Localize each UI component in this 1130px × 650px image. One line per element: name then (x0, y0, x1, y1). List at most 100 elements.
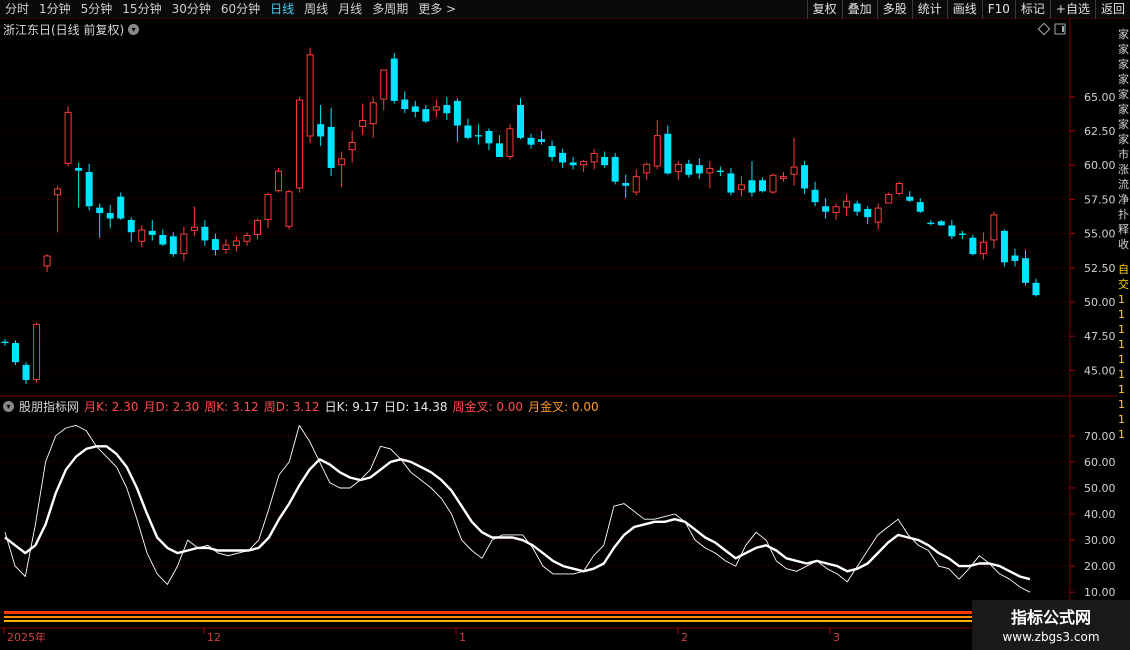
candle-body (590, 152, 598, 163)
date-label: 12 (207, 631, 221, 644)
indicator-value-3: 周D: 3.12 (263, 400, 320, 414)
candle-body (527, 137, 535, 145)
chevron-down-icon[interactable]: ▾ (3, 401, 14, 412)
candle-body (180, 233, 188, 255)
date-label: 1 (459, 631, 466, 644)
price-tick-label: 50.00 (1084, 296, 1116, 309)
candle-body (632, 176, 640, 193)
candle-body (12, 343, 20, 363)
candle-body (1000, 230, 1008, 263)
candle-body (232, 240, 240, 246)
indicator-value-5: 日D: 14.38 (384, 400, 448, 414)
candle-body (253, 219, 261, 235)
candle-body (548, 146, 556, 157)
candle-body (64, 111, 72, 164)
month-band (4, 611, 972, 614)
right-panel-edge: 家家家家家家家家市涨流净扑释收 自交1111111111 (1118, 19, 1130, 650)
indicator-tick-label: 30.00 (1084, 534, 1116, 547)
watermark-url: www.zbgs3.com (1002, 630, 1100, 644)
candle-body (1021, 258, 1029, 283)
candle-body (369, 102, 377, 125)
indicator-name: 股朋指标网 (19, 400, 80, 414)
price-tick-label: 65.00 (1084, 91, 1116, 104)
candle-body (348, 141, 356, 151)
candle-body (401, 99, 409, 110)
price-tick-label: 62.50 (1084, 125, 1116, 138)
indicator-value-4: 日K: 9.17 (324, 400, 380, 414)
candle-body (127, 219, 135, 233)
candle-body (306, 54, 314, 137)
right-panel-values: 自交1111111111 (1118, 263, 1129, 441)
candle-body (601, 157, 609, 166)
indicator-value-2: 周K: 3.12 (204, 400, 259, 414)
candle-body (716, 170, 724, 173)
candle-body (864, 208, 872, 218)
indicator-value-1: 月D: 2.30 (143, 400, 200, 414)
watermark: 指标公式网 www.zbgs3.com (972, 600, 1130, 650)
indicator-value-7: 月金叉: 0.00 (528, 400, 599, 414)
candle-body (758, 180, 766, 192)
candle-body (390, 58, 398, 101)
indicator-value-0: 月K: 2.30 (84, 400, 139, 414)
candle-body (622, 182, 630, 186)
candle-body (832, 206, 840, 214)
candle-body (874, 207, 882, 223)
price-tick-label: 57.50 (1084, 193, 1116, 206)
candle-body (1011, 255, 1019, 261)
candle-body (327, 126, 335, 168)
diamond-icon (1037, 22, 1051, 36)
candle-body (948, 225, 956, 237)
candle-body (22, 364, 30, 380)
candle-body (243, 234, 251, 242)
candle-body (443, 105, 451, 114)
candle-body (559, 152, 567, 163)
candle-body (727, 173, 735, 193)
candle-body (222, 244, 230, 251)
candle-body (685, 163, 693, 175)
candle-body (611, 157, 619, 182)
candle-body (653, 135, 661, 167)
candle-body (538, 139, 546, 142)
candle-body (453, 100, 461, 126)
candle-body (169, 236, 177, 255)
candle-body (695, 165, 703, 174)
candle-body (1, 341, 9, 344)
indicator-tick-label: 70.00 (1084, 430, 1116, 443)
candle-body (464, 125, 472, 138)
candle-body (338, 158, 346, 166)
candle-body (106, 213, 114, 219)
chevron-down-icon[interactable]: ▾ (128, 24, 140, 35)
candle-body (643, 163, 651, 174)
chart-title-bar: 浙江东日(日线 前复权) ▾ (3, 21, 140, 38)
candle-body (895, 182, 903, 194)
indicator-tick-label: 10.00 (1084, 586, 1116, 599)
stock-title: 浙江东日(日线 前复权) (3, 23, 125, 37)
date-label: 2 (681, 631, 688, 644)
candle-body (674, 163, 682, 173)
candle-body (317, 124, 325, 137)
date-label: 3 (833, 631, 840, 644)
price-tick-label: 45.00 (1084, 364, 1116, 377)
watermark-title: 指标公式网 (1010, 608, 1091, 627)
candle-body (495, 143, 503, 157)
candle-body (979, 241, 987, 255)
candle-body (748, 180, 756, 193)
indicator-tick-label: 60.00 (1084, 456, 1116, 469)
candle-body (33, 323, 41, 380)
candle-body (969, 237, 977, 255)
date-label: 2025年 (7, 630, 46, 644)
candle-body (517, 105, 524, 138)
candle-body (937, 221, 945, 226)
kline-chart[interactable]: 65.00 62.50 60.00 57.50 55.00 52.50 50.00 47.50… (0, 0, 1130, 650)
candle-body (432, 106, 440, 111)
candle-body (569, 162, 577, 166)
candle-body (380, 69, 388, 100)
price-tick-label: 60.00 (1084, 159, 1116, 172)
indicator-tick-label: 20.00 (1084, 560, 1116, 573)
indicator-tick-label: 50.00 (1084, 482, 1116, 495)
indicator-line-1 (4, 445, 1031, 581)
candle-body (159, 234, 167, 245)
candle-body (411, 106, 419, 112)
candle-body (190, 226, 198, 231)
day-band (4, 620, 972, 622)
